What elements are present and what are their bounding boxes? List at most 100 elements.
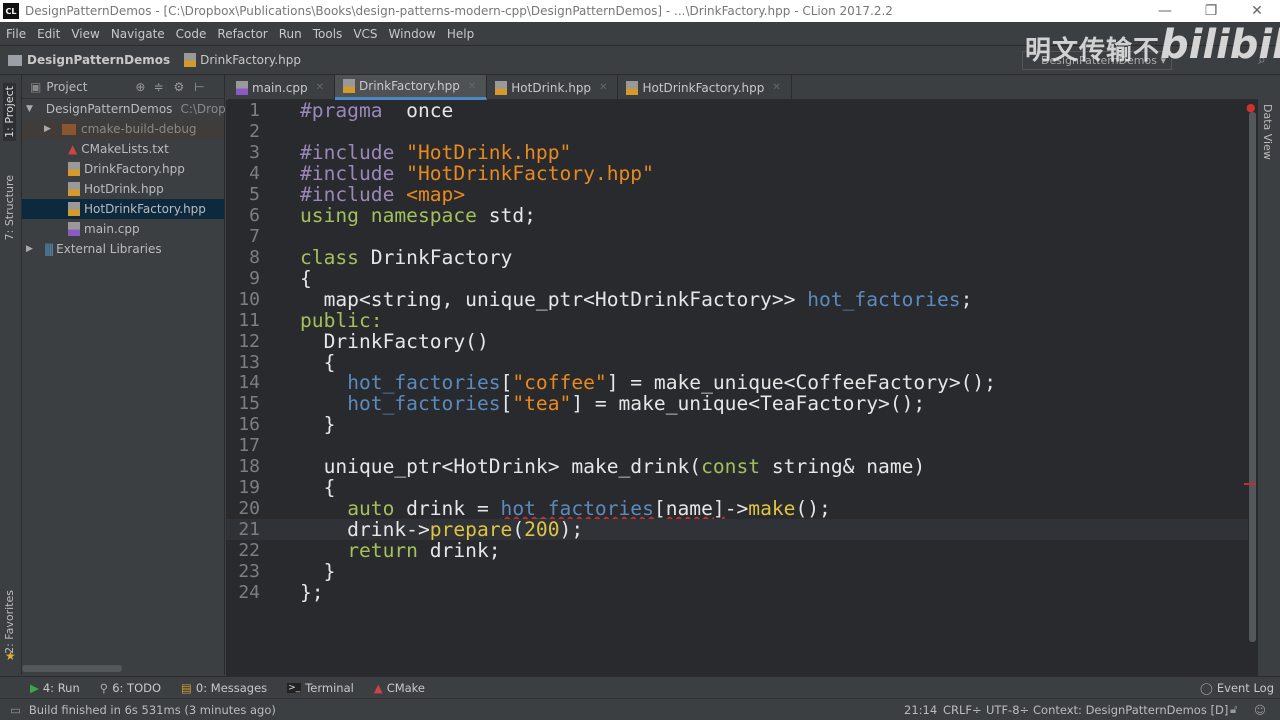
code-line[interactable]: 24}; — [226, 582, 1248, 603]
code-line[interactable]: 21 drink->prepare(200); — [226, 519, 1248, 541]
project-tool-button[interactable]: 1: Project — [3, 83, 16, 141]
error-stripe-mark[interactable] — [1244, 483, 1256, 485]
tab-hotdrinkfactory[interactable]: HotDrinkFactory.hpp ✕ — [618, 75, 792, 100]
folder-icon — [8, 54, 22, 66]
close-tab-icon[interactable]: ✕ — [772, 82, 780, 93]
expand-arrow-icon[interactable]: ▼ — [26, 104, 33, 114]
breadcrumb-project[interactable]: DesignPatternDemos — [27, 53, 170, 67]
menu-help[interactable]: Help — [441, 27, 479, 41]
code-line[interactable]: 15 hot_factories["tea"] = make_unique<Te… — [226, 393, 1248, 414]
tree-item-cmakelists[interactable]: ▲ CMakeLists.txt — [22, 139, 224, 159]
terminal-tool-button[interactable]: >_ Terminal — [287, 681, 354, 695]
run-tool-button[interactable]: ▶ 4: Run — [30, 681, 80, 695]
code-line[interactable]: 16 } — [226, 414, 1248, 435]
code-token: { — [300, 476, 336, 500]
inspector-icon[interactable]: ☺︎ — [1254, 703, 1266, 717]
caret-position[interactable]: 21:14 — [904, 703, 937, 717]
tree-item-hotdrink[interactable]: HotDrink.hpp — [22, 179, 224, 199]
code-editor[interactable]: 1 #pragma once 2 3 #include "HotDrink.hpp" 4 #… — [226, 100, 1258, 676]
code-line[interactable]: 9{ — [226, 268, 1248, 289]
code-line[interactable]: 2 — [226, 121, 1248, 142]
encoding[interactable]: UTF-8÷ — [986, 703, 1029, 717]
right-tool-strip: Data View — [1258, 100, 1280, 676]
expand-arrow-icon[interactable]: ▶ — [44, 124, 54, 134]
cmake-tool-button[interactable]: ▲ CMake — [374, 681, 425, 695]
messages-tool-button[interactable]: ▤ 0: Messages — [181, 681, 267, 695]
favorites-tool-button[interactable]: 2: Favorites — [3, 590, 16, 654]
vertical-scrollbar[interactable] — [1249, 112, 1256, 642]
code-line[interactable]: 3 #include "HotDrink.hpp" — [226, 142, 1248, 163]
toggle-tool-windows-icon[interactable]: ▭ — [10, 703, 21, 717]
code-line[interactable]: 12 DrinkFactory() — [226, 331, 1248, 352]
menu-window[interactable]: Window — [383, 27, 441, 41]
tree-root-label: DesignPatternDemos — [45, 102, 173, 116]
lock-icon[interactable]: 🔓︎ — [1230, 702, 1237, 717]
code-line[interactable]: 23 } — [226, 561, 1248, 582]
code-text: map<string, unique_ptr<HotDrinkFactory>>… — [300, 289, 973, 310]
cpp-file-icon — [236, 80, 248, 95]
maximize-button[interactable]: ❐ — [1188, 0, 1234, 22]
code-line[interactable]: 18 unique_ptr<HotDrink> make_drink(const… — [226, 456, 1248, 477]
code-line[interactable]: 5 #include <map> — [226, 184, 1248, 205]
code-line[interactable]: 19 { — [226, 477, 1248, 498]
structure-tool-button[interactable]: 7: Structure — [3, 175, 16, 240]
code-line[interactable]: 8 class DrinkFactory — [226, 247, 1248, 268]
menu-file[interactable]: File — [0, 27, 31, 41]
code-line[interactable]: 10 map<string, unique_ptr<HotDrinkFactor… — [226, 289, 1248, 310]
menu-vcs[interactable]: VCS — [347, 27, 382, 41]
menu-navigate[interactable]: Navigate — [105, 27, 170, 41]
line-separator[interactable]: CRLF÷ — [943, 703, 982, 717]
code-line[interactable]: 14 hot_factories["coffee"] = make_unique… — [226, 372, 1248, 393]
gear-icon[interactable]: ⚙ — [174, 80, 185, 94]
menu-code[interactable]: Code — [170, 27, 212, 41]
code-line[interactable]: 1 #pragma once — [226, 100, 1248, 121]
code-token: (); — [795, 497, 831, 521]
close-tab-icon[interactable]: ✕ — [468, 81, 476, 92]
minimize-button[interactable]: — — [1142, 0, 1188, 22]
status-message[interactable]: Build finished in 6s 531ms (3 minutes ag… — [29, 703, 276, 717]
code-line[interactable]: 6 using namespace std; — [226, 205, 1248, 226]
code-line[interactable]: 20 auto drink = hot_factories[name]->mak… — [226, 498, 1248, 519]
close-tab-icon[interactable]: ✕ — [599, 82, 607, 93]
tree-item-external-libraries[interactable]: ▶ |||| External Libraries — [22, 239, 224, 259]
code-line[interactable]: 17 — [226, 435, 1248, 456]
hide-icon[interactable]: ⊢ — [194, 80, 204, 94]
code-line[interactable]: 4 #include "HotDrinkFactory.hpp" — [226, 163, 1248, 184]
menu-refactor[interactable]: Refactor — [211, 27, 272, 41]
code-line[interactable]: 13 { — [226, 352, 1248, 373]
collapse-icon[interactable]: ≑ — [153, 80, 163, 94]
code-line[interactable]: 11 public: — [226, 310, 1248, 331]
code-text: drink->prepare(200); — [300, 519, 583, 540]
tab-drinkfactory[interactable]: DrinkFactory.hpp ✕ — [335, 75, 488, 100]
tree-item-label: cmake-build-debug — [81, 122, 197, 136]
close-tab-icon[interactable]: ✕ — [316, 82, 324, 93]
code-line[interactable]: 22 return drink; — [226, 540, 1248, 561]
tree-item-drinkfactory[interactable]: DrinkFactory.hpp — [22, 159, 224, 179]
tree-item-cmake-build-debug[interactable]: ▶ cmake-build-debug — [22, 119, 224, 139]
code-token: const — [701, 455, 761, 479]
expand-arrow-icon[interactable]: ▶ — [26, 244, 36, 254]
locate-icon[interactable]: ⊕ — [135, 80, 145, 94]
menu-view[interactable]: View — [65, 27, 104, 41]
code-line[interactable]: 7 — [226, 226, 1248, 247]
breadcrumb-file[interactable]: DrinkFactory.hpp — [200, 53, 301, 67]
tree-item-hotdrinkfactory[interactable]: HotDrinkFactory.hpp — [22, 199, 224, 219]
cpp-file-icon — [68, 222, 80, 236]
todo-tool-button[interactable]: ⚲ 6: TODO — [100, 681, 161, 695]
menu-tools[interactable]: Tools — [307, 27, 348, 41]
project-panel-title[interactable]: Project — [46, 80, 87, 94]
menu-run[interactable]: Run — [273, 27, 307, 41]
close-button[interactable]: ✕ — [1234, 0, 1280, 22]
horizontal-scrollbar[interactable] — [22, 665, 122, 672]
tab-hotdrink[interactable]: HotDrink.hpp ✕ — [487, 75, 619, 100]
code-token: #include — [300, 182, 395, 206]
tree-root[interactable]: ▼ DesignPatternDemos C:\Drop — [22, 99, 226, 119]
context[interactable]: Context: DesignPatternDemos [D] — [1033, 703, 1228, 717]
menu-edit[interactable]: Edit — [31, 27, 65, 41]
event-log-button[interactable]: ◯ Event Log — [1200, 681, 1274, 695]
data-view-tool-button[interactable]: Data View — [1261, 104, 1274, 160]
tab-main-cpp[interactable]: main.cpp ✕ — [228, 75, 336, 100]
header-file-icon — [184, 53, 197, 67]
error-indicator-icon[interactable]: ● — [1246, 101, 1256, 114]
tree-item-main-cpp[interactable]: main.cpp — [22, 219, 224, 239]
